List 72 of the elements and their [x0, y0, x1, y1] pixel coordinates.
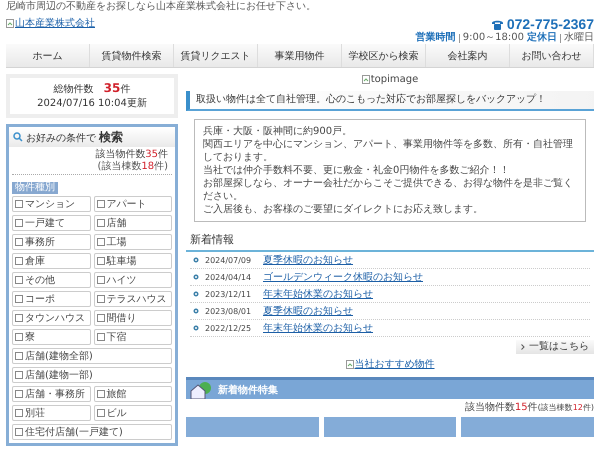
property-type-checkbox[interactable]: 寮 [12, 329, 90, 345]
nav-item[interactable]: 賃貸物件検索 [90, 44, 174, 67]
feature-hit-count: 該当物件数15件(該当棟数12件) [464, 402, 594, 414]
intro-text: お部屋探しなら、オーナー会社だからこそご提供できる、お得な物件を是非ご覧ください。 [203, 177, 574, 203]
nav-item[interactable]: 学校区から検索 [342, 44, 426, 67]
total-count: 総物件数 35件 [54, 81, 130, 97]
business-hours: 営業時間 9:00～18:00 定休日 水曜日 [416, 32, 594, 44]
property-type-checkbox[interactable]: ハイツ [94, 272, 172, 288]
property-type-checkbox[interactable]: 下宿 [94, 329, 172, 345]
recommend-link[interactable]: 当社おすすめ物件 [346, 357, 434, 371]
telephone-icon [490, 18, 504, 30]
property-type-checkbox[interactable]: 駐車場 [94, 253, 172, 269]
feature-title: 新着物件特集 [218, 383, 278, 396]
phone-number: 072-775-2367 [490, 16, 594, 32]
chevron-right-icon [521, 344, 525, 350]
nav-item[interactable]: 事業用物件 [258, 44, 342, 67]
nav-item[interactable]: 賃貸リクエスト [174, 44, 258, 67]
news-date: 2022/12/25 [205, 324, 252, 332]
property-type-checkbox[interactable]: 一戸建て [12, 215, 90, 231]
news-date: 2023/12/11 [205, 290, 252, 298]
search-title: お好みの条件で 検索 [26, 128, 124, 146]
tagline: 尼崎市周辺の不動産をお探しなら山本産業株式会社にお任せ下さい。 [6, 0, 317, 14]
property-type-checkbox[interactable]: 店舗(建物一部) [12, 367, 172, 383]
intro-text: ご入居後も、お客様のご要望にダイレクトにお応え致します。 [203, 203, 484, 216]
building-count: (該当棟数18件) [97, 161, 168, 172]
broken-image-icon [6, 18, 14, 28]
image-alt-text: topimage [370, 74, 418, 85]
property-type-checkbox[interactable]: その他 [12, 272, 90, 288]
search-icon [13, 132, 23, 142]
property-type-checkbox[interactable]: マンション [12, 196, 90, 212]
property-type-checkbox[interactable]: 店舗・事務所 [12, 386, 90, 402]
news-link[interactable]: 夏季休暇のお知らせ [263, 304, 353, 318]
property-type-checkbox[interactable]: コーポ [12, 291, 90, 307]
house-tree-icon [190, 380, 212, 398]
property-type-checkbox[interactable]: ビル [94, 405, 172, 421]
update-date: 2024/07/16 10:04更新 [37, 97, 147, 111]
property-type-checkbox[interactable]: 間借り [94, 310, 172, 326]
intro-text: 関西エリアを中心にマンション、アパート、事業用物件等を多数、所有・自社管理しております。 [203, 138, 574, 164]
property-type-checkbox[interactable]: アパート [94, 196, 172, 212]
hit-count: 該当物件数35件 [95, 149, 168, 160]
property-type-checkbox[interactable]: 店舗 [94, 215, 172, 231]
news-date: 2023/08/01 [205, 306, 252, 316]
property-type-checkbox[interactable]: 事務所 [12, 234, 90, 250]
news-date: 2024/07/09 [205, 256, 252, 264]
property-type-checkbox[interactable]: 旅館 [94, 386, 172, 402]
logo-link[interactable]: 山本産業株式会社 [6, 16, 95, 30]
category-label: 物件種別 [12, 182, 58, 194]
nav-item[interactable]: ホーム [6, 44, 90, 67]
broken-image-icon [346, 360, 354, 368]
property-type-checkbox[interactable]: 工場 [94, 234, 172, 250]
news-link[interactable]: 年末年始休業のお知らせ [263, 287, 373, 301]
nav-item[interactable]: お問い合わせ [510, 44, 594, 67]
headline-banner: 取扱い物件は全て自社管理。心のこもった対応でお部屋探しをバックアップ！ [186, 91, 594, 111]
intro-text: 当社では仲介手数料不要、更に敷金・礼金0円物件を多数ご紹介！！ [203, 164, 510, 177]
broken-image-icon [362, 75, 370, 84]
news-link[interactable]: 年末年始休業のお知らせ [263, 321, 373, 335]
property-tab[interactable] [186, 417, 319, 437]
property-type-checkbox[interactable]: テラスハウス [94, 291, 172, 307]
property-tab[interactable] [324, 417, 456, 437]
news-link[interactable]: 夏季休暇のお知らせ [263, 253, 353, 267]
news-date: 2024/04/14 [205, 272, 252, 282]
intro-text: 兵庫・大阪・阪神間に約900戸。 [203, 125, 354, 138]
property-type-checkbox[interactable]: タウンハウス [12, 310, 90, 326]
news-heading: 新着情報 [186, 230, 594, 252]
property-type-checkbox[interactable]: 倉庫 [12, 253, 90, 269]
nav-item[interactable]: 会社案内 [426, 44, 510, 67]
news-link[interactable]: ゴールデンウィーク休暇のお知らせ [263, 270, 423, 284]
property-type-checkbox[interactable]: 別荘 [12, 405, 90, 421]
property-type-checkbox[interactable]: 店舗(建物全部) [12, 348, 172, 364]
property-tab[interactable] [461, 417, 594, 437]
property-type-checkbox[interactable]: 住宅付店舗(一戸建て) [12, 424, 172, 440]
more-button[interactable]: 一覧はこちら [516, 340, 594, 354]
